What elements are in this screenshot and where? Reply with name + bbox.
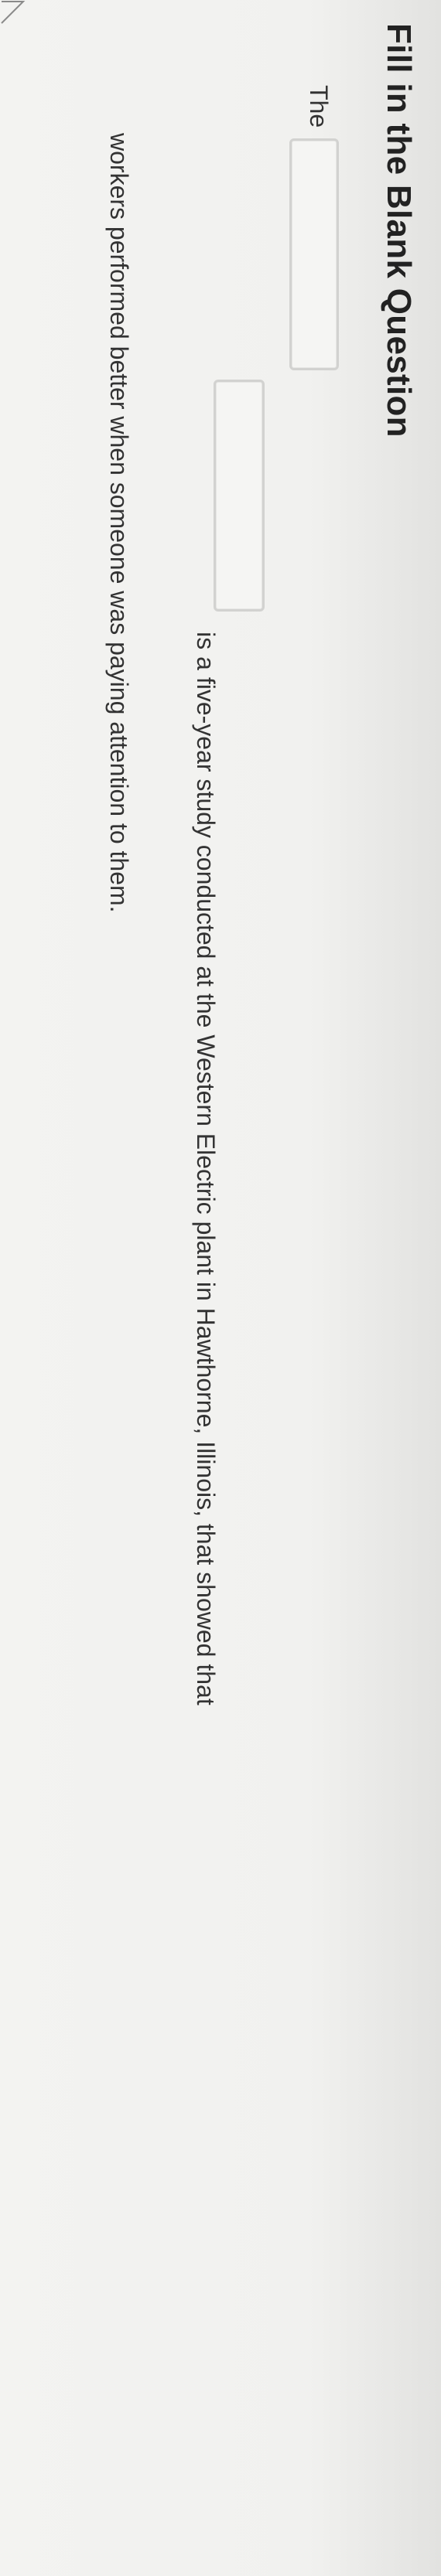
question-title: Fill in the Blank Question [380,23,418,438]
question-text-before: The [305,85,333,128]
question-panel: Fill in the Blank Question The is a five… [0,0,441,2576]
question-line-1: The is a five-year study conducted at th… [184,85,339,1705]
question-text-continuation: workers performed better when someone wa… [105,133,133,913]
blank-input-2[interactable] [214,380,265,612]
question-text-after: is a five-year study conducted at the We… [192,632,220,1705]
blank-input-1[interactable] [289,138,339,371]
